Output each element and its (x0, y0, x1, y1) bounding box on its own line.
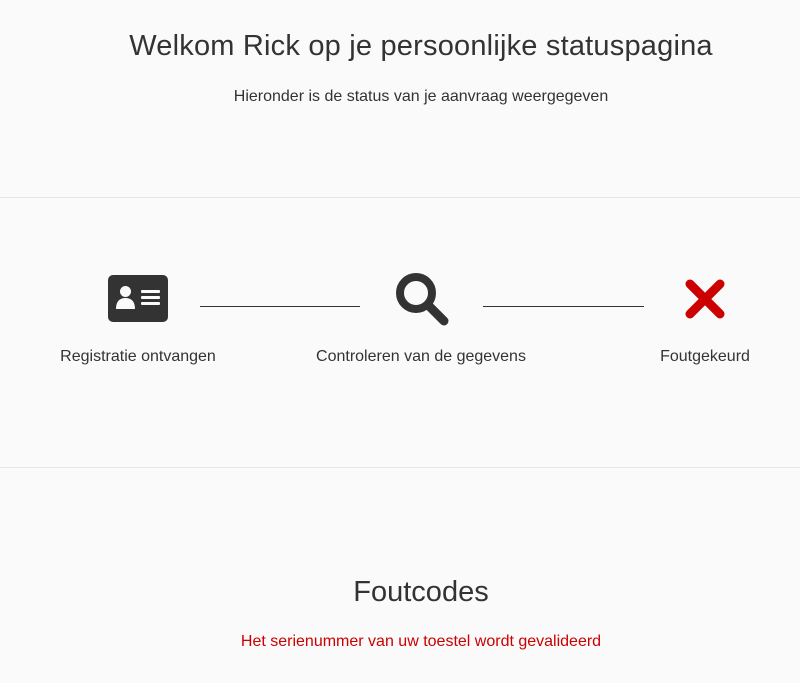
step-connector-2 (483, 306, 644, 307)
page-title: Welkom Rick op je persoonlijke statuspag… (129, 30, 713, 62)
step-label-registratie: Registratie ontvangen (60, 348, 216, 365)
step-connector-1 (200, 306, 360, 307)
step-label-controleren: Controleren van de gegevens (316, 348, 526, 365)
close-icon (685, 279, 725, 319)
error-section-title: Foutcodes (353, 576, 489, 608)
error-message: Het serienummer van uw toestel wordt gev… (240, 633, 602, 650)
search-icon (394, 271, 450, 327)
divider-bottom (0, 467, 800, 468)
status-page: Welkom Rick op je persoonlijke statuspag… (0, 0, 800, 683)
divider-top (0, 197, 800, 198)
id-card-icon (108, 275, 168, 322)
step-label-foutgekeurd: Foutgekeurd (660, 348, 750, 365)
page-subtitle: Hieronder is de status van je aanvraag w… (233, 88, 609, 105)
